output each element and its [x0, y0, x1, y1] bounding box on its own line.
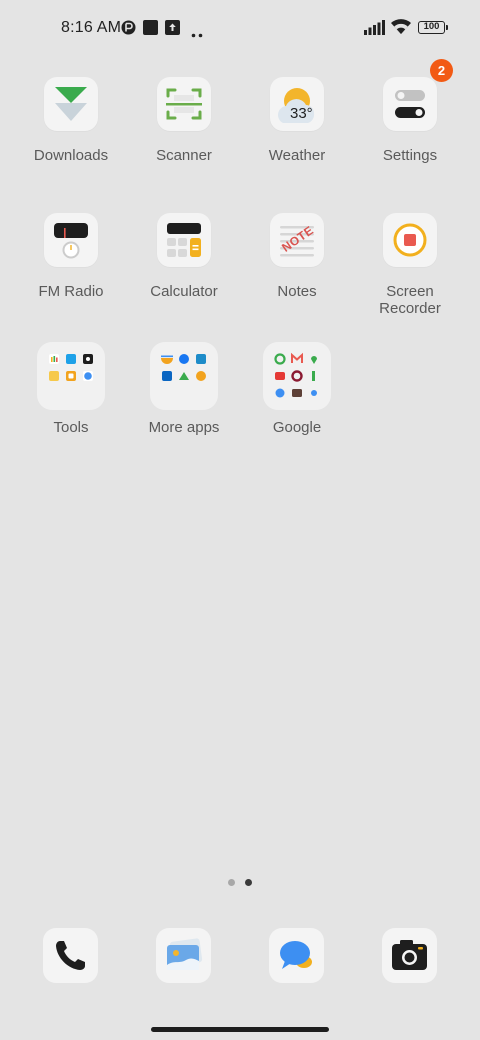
app-label: Downloads: [33, 147, 109, 164]
dock-camera-icon[interactable]: [382, 928, 437, 983]
app-fm-radio[interactable]: FM Radio: [15, 213, 127, 300]
app-label: Calculator: [150, 283, 218, 300]
app-settings[interactable]: Settings: [354, 77, 466, 164]
folder-more-apps[interactable]: More apps: [128, 342, 240, 436]
status-bar: 8:16 AM 100: [0, 0, 480, 56]
app-downloads[interactable]: Downloads: [15, 77, 127, 164]
folder-tools[interactable]: Tools: [15, 342, 127, 436]
app-label: Scanner: [156, 147, 212, 164]
app-calculator[interactable]: Calculator: [128, 213, 240, 300]
app-screen-recorder[interactable]: Screen Recorder: [354, 213, 466, 317]
app-weather[interactable]: 33° Weather: [241, 77, 353, 164]
upload-icon: [165, 20, 180, 40]
calculator-icon: [157, 213, 211, 267]
folder-mini-icons: [49, 354, 93, 381]
battery-level: 100: [423, 21, 440, 32]
app-label: Notes: [277, 283, 317, 300]
folder-mini-icons: [274, 352, 317, 398]
app-notes[interactable]: NOTE Notes: [241, 213, 353, 300]
clock: 8:16 AM: [61, 19, 122, 36]
app-label: Screen Recorder: [379, 283, 441, 317]
app-scanner[interactable]: Scanner: [128, 77, 240, 164]
weather-temperature: 33°: [290, 105, 313, 122]
battery-icon: 100: [418, 21, 448, 34]
dock-phone-icon[interactable]: [43, 928, 98, 983]
notes-icon: NOTE: [270, 213, 324, 267]
settings-icon: [383, 77, 437, 131]
dock-gallery-icon[interactable]: [156, 928, 211, 983]
settings-notification-badge: 2: [430, 59, 453, 82]
page-dot-1[interactable]: [228, 879, 235, 886]
vpn-icon: [121, 20, 136, 40]
signal-icon: [364, 20, 385, 40]
app-label: Google: [272, 419, 322, 436]
weather-icon: 33°: [270, 77, 324, 131]
folder-google[interactable]: Google: [241, 342, 353, 436]
app-label: Settings: [382, 147, 438, 164]
wifi-icon: [390, 18, 412, 40]
app-label: More apps: [148, 419, 220, 436]
dock-messages-icon[interactable]: [269, 928, 324, 983]
downloads-icon: [44, 77, 98, 131]
more-dots-icon: [191, 25, 203, 43]
screen-recorder-icon: [383, 213, 437, 267]
home-gesture-bar[interactable]: [151, 1027, 329, 1032]
app-label: Tools: [53, 419, 89, 436]
page-dot-2-active[interactable]: [245, 879, 252, 886]
app-label: Weather: [268, 147, 326, 164]
folder-mini-icons: [161, 354, 206, 381]
folder-tools-preview: [37, 342, 105, 410]
folder-google-preview: [263, 342, 331, 410]
home-screen: 8:16 AM 100 Downloads Scanner 33° Weathe…: [0, 0, 480, 1040]
square-icon: [143, 20, 158, 40]
radio-icon: [44, 213, 98, 267]
app-label: FM Radio: [38, 283, 104, 300]
scanner-icon: [157, 77, 211, 131]
folder-more-apps-preview: [150, 342, 218, 410]
